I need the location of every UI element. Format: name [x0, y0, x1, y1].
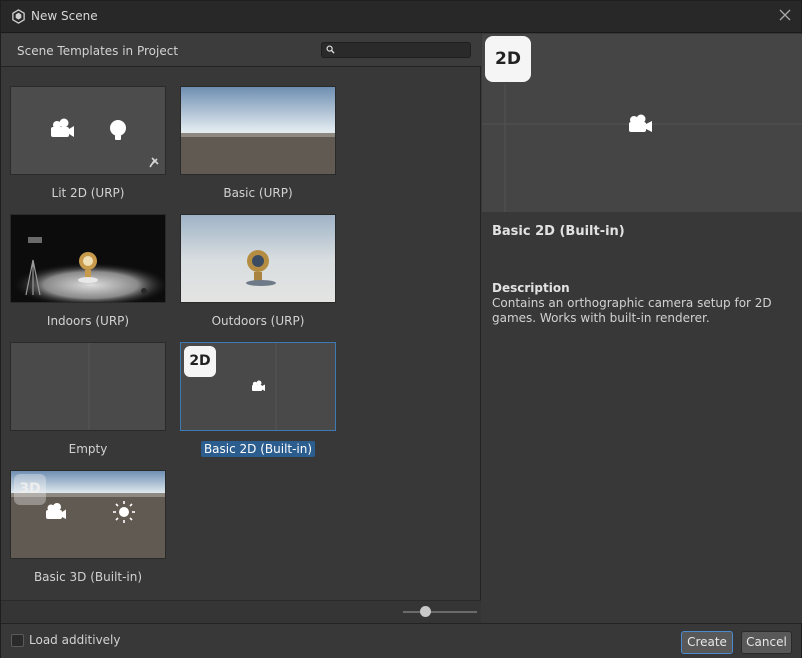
pin-icon	[149, 157, 159, 168]
template-label: Indoors (URP)	[46, 314, 130, 328]
templates-panel: Scene Templates in Project Lit 2D (URP) …	[1, 34, 481, 623]
2d-badge: 2D	[184, 346, 216, 377]
description-text: Contains an orthographic camera setup fo…	[492, 296, 772, 325]
template-label: Lit 2D (URP)	[51, 186, 125, 200]
search-icon	[326, 45, 335, 54]
cancel-button[interactable]: Cancel	[741, 631, 792, 654]
scene-preview-image	[51, 118, 159, 168]
new-scene-dialog: New Scene Scene Templates in Project Lit…	[0, 0, 802, 658]
camera-icon	[51, 118, 74, 137]
light-bulb-icon	[110, 120, 126, 140]
scene-preview-image	[88, 343, 90, 430]
description-heading: Description	[492, 281, 570, 295]
scene-preview-image	[181, 215, 335, 302]
3d-badge: 3D	[14, 474, 46, 505]
window-title: New Scene	[31, 9, 98, 23]
template-thumbnail	[10, 86, 166, 175]
scene-preview-image	[13, 237, 165, 302]
template-label: Basic (URP)	[223, 186, 293, 200]
title-bar: New Scene	[1, 1, 801, 33]
template-thumbnail: 2D	[180, 342, 336, 431]
template-label: Basic 3D (Built-in)	[33, 570, 143, 584]
details-panel: 2D Basic 2D (Built-in) Description Conta…	[482, 34, 802, 623]
scene-preview-image	[181, 87, 335, 174]
unity-logo-icon	[12, 9, 25, 24]
template-grid: Lit 2D (URP) Basic (URP) Indoors (URP) O…	[1, 67, 481, 600]
template-title: Basic 2D (Built-in)	[492, 224, 625, 239]
search-field[interactable]	[321, 42, 471, 58]
template-label: Basic 2D (Built-in)	[170, 441, 346, 457]
templates-header: Scene Templates in Project	[1, 34, 481, 67]
zoom-slider-handle[interactable]	[419, 606, 431, 617]
close-icon[interactable]	[777, 7, 793, 23]
camera-icon	[629, 114, 652, 132]
template-label: Outdoors (URP)	[211, 314, 305, 328]
template-thumbnail	[10, 342, 166, 431]
template-thumbnail	[180, 214, 336, 303]
templates-header-title: Scene Templates in Project	[17, 44, 179, 58]
camera-icon	[252, 380, 265, 391]
search-input[interactable]	[338, 43, 468, 57]
zoom-bar	[1, 600, 481, 623]
load-additively-checkbox[interactable]	[11, 634, 24, 647]
template-label: Empty	[68, 442, 108, 456]
load-additively-label[interactable]: Load additively	[29, 633, 120, 647]
footer: Load additively Create Cancel	[1, 623, 801, 658]
template-thumbnail: 3D	[10, 470, 166, 559]
scene-preview: 2D	[482, 34, 802, 212]
2d-badge: 2D	[485, 36, 531, 82]
template-thumbnail	[180, 86, 336, 175]
template-thumbnail	[10, 214, 166, 303]
create-button[interactable]: Create	[681, 631, 733, 654]
zoom-slider-track[interactable]	[403, 611, 477, 613]
